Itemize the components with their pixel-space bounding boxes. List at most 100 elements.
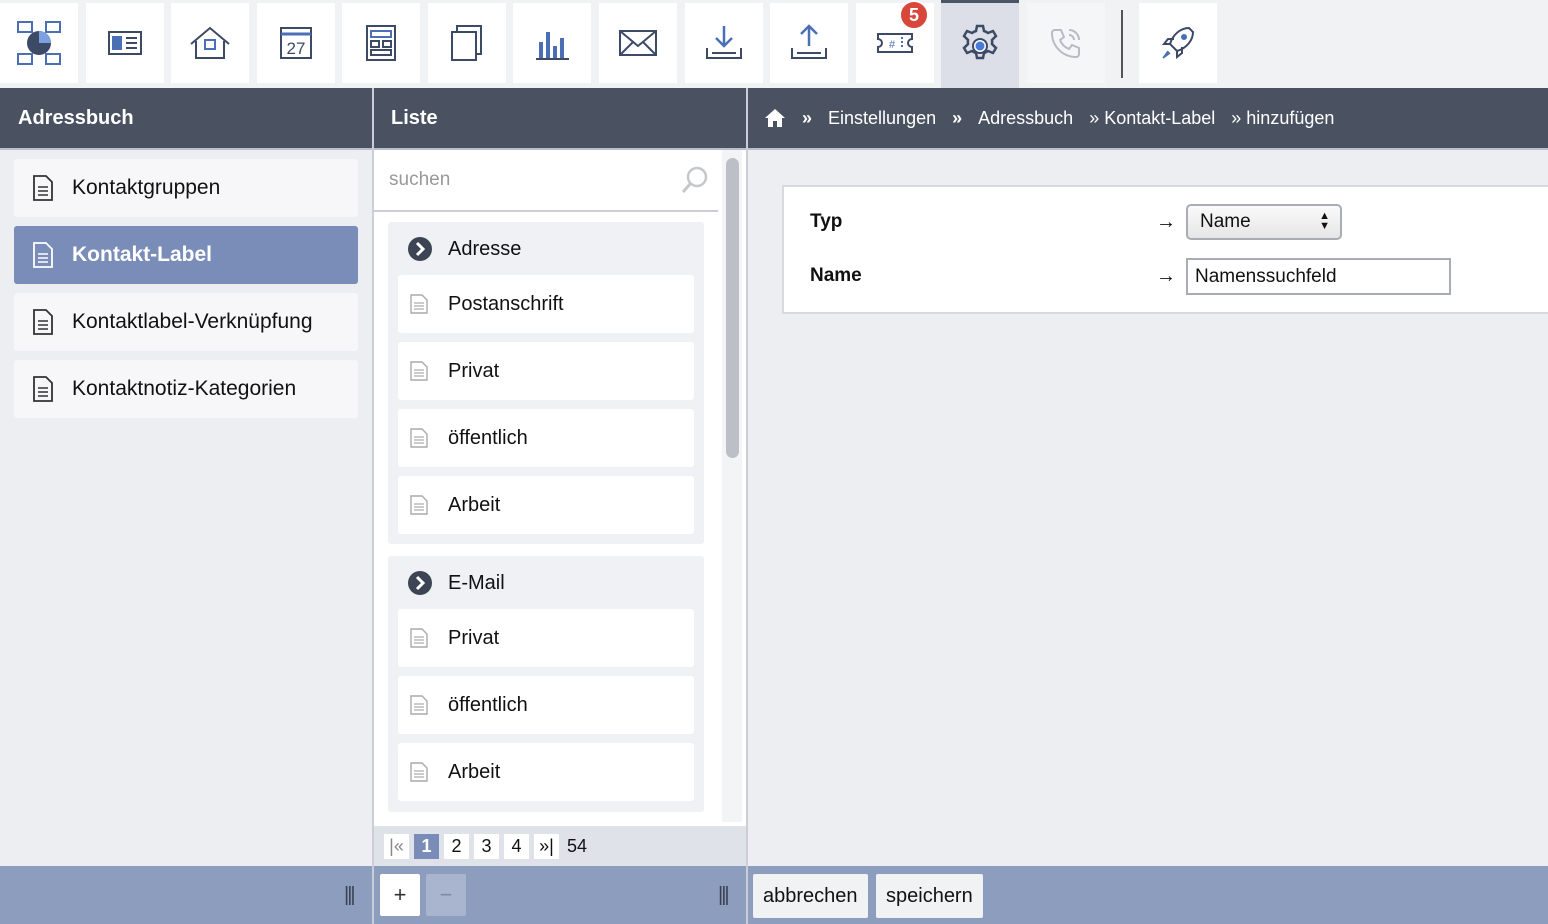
left-footer: |||: [0, 866, 372, 924]
bar-chart-icon: [536, 32, 569, 60]
resize-grip-icon[interactable]: |||: [344, 884, 356, 907]
list-group-title: E-Mail: [448, 571, 505, 594]
toolbar-calendar-button[interactable]: 27: [257, 3, 335, 83]
chevron-right-circle-icon[interactable]: [408, 237, 432, 261]
pagination: |« 1 2 3 4 »| 54: [374, 826, 746, 866]
sidebar-item-kontakt-label[interactable]: Kontakt-Label: [14, 226, 358, 284]
toolbar-phone-button[interactable]: [1027, 3, 1105, 83]
list-group-email: E-Mail Privat öffentlich Arbeit: [388, 556, 704, 812]
toolbar-settings-button[interactable]: [941, 0, 1019, 88]
remove-button[interactable]: −: [426, 874, 466, 916]
main-toolbar: 27 # 5: [0, 0, 1548, 88]
document-icon: [410, 294, 428, 314]
breadcrumb-kontakt-label[interactable]: » Kontakt-Label: [1089, 108, 1215, 129]
list-item[interactable]: Arbeit: [398, 476, 694, 534]
sidebar-item-label: Kontaktgruppen: [72, 176, 221, 199]
breadcrumb-hinzufuegen: » hinzufügen: [1231, 107, 1335, 128]
list-item[interactable]: Arbeit: [398, 743, 694, 801]
list-item-label: Privat: [448, 359, 500, 382]
breadcrumb: » Einstellungen » Adressbuch » Kontakt-L…: [748, 88, 1548, 150]
type-label: Typ: [810, 211, 843, 232]
search-box: [374, 150, 718, 212]
dashboard-icon: [17, 21, 61, 65]
toolbar-mail-button[interactable]: [599, 3, 677, 83]
document-icon: [410, 628, 428, 648]
pager-last-button[interactable]: »|: [534, 833, 559, 859]
detail-panel: Typ → Name ▲ ▼ Name →: [748, 150, 1548, 866]
list-item-label: öffentlich: [448, 426, 528, 449]
list-item[interactable]: öffentlich: [398, 409, 694, 467]
list-item[interactable]: Postanschrift: [398, 275, 694, 333]
middle-panel-title: Liste: [374, 88, 746, 150]
address-card-icon: [108, 31, 142, 55]
list-group-header[interactable]: Adresse: [388, 222, 704, 276]
save-button[interactable]: speichern: [876, 874, 983, 918]
document-icon: [33, 242, 53, 268]
download-icon: [706, 26, 742, 59]
gear-icon: [962, 24, 998, 59]
search-input[interactable]: [389, 169, 669, 191]
list-item-label: Arbeit: [448, 493, 501, 516]
pager-page-1[interactable]: 1: [414, 833, 439, 859]
toolbar-documents-button[interactable]: [428, 3, 506, 83]
detail-footer: abbrechen speichern: [748, 866, 1548, 924]
toolbar-upload-button[interactable]: [770, 3, 848, 83]
left-panel-title: Adressbuch: [0, 88, 372, 150]
arrow-right-icon: →: [1156, 265, 1176, 287]
document-icon: [410, 695, 428, 715]
sidebar: Kontaktgruppen Kontakt-Label Kontaktlabe…: [0, 150, 372, 866]
type-select[interactable]: Name ▲ ▼: [1186, 204, 1342, 240]
document-icon: [33, 309, 53, 335]
upload-icon: [791, 24, 827, 59]
toolbar-launch-button[interactable]: [1139, 3, 1217, 83]
toolbar-layout-button[interactable]: [342, 3, 420, 83]
toolbar-separator: [1121, 10, 1123, 78]
sidebar-item-kontaktlabel-verknuepfung[interactable]: Kontaktlabel-Verknüpfung: [14, 293, 358, 351]
resize-grip-icon[interactable]: |||: [718, 884, 730, 907]
add-button[interactable]: +: [380, 874, 420, 916]
document-icon: [33, 376, 53, 402]
home-icon: [765, 109, 785, 127]
list-item-label: Privat: [448, 626, 500, 649]
select-arrows-icon: ▲ ▼: [1319, 210, 1330, 232]
document-icon: [410, 428, 428, 448]
list-group-header[interactable]: E-Mail: [388, 556, 704, 610]
toolbar-tickets-button[interactable]: # 5: [856, 0, 934, 83]
document-icon: [33, 175, 53, 201]
documents-icon: [451, 25, 482, 61]
layout-icon: [366, 25, 396, 61]
breadcrumb-adressbuch[interactable]: Adressbuch: [978, 108, 1073, 129]
toolbar-download-button[interactable]: [685, 3, 763, 83]
name-input[interactable]: [1186, 258, 1451, 295]
rocket-icon: [1161, 26, 1195, 60]
cancel-button[interactable]: abbrechen: [753, 874, 868, 918]
pager-page-3[interactable]: 3: [474, 833, 499, 859]
list-item[interactable]: Privat: [398, 609, 694, 667]
breadcrumb-einstellungen[interactable]: Einstellungen: [828, 108, 936, 129]
home-icon: [190, 26, 230, 59]
toolbar-dashboard-button[interactable]: [0, 3, 78, 83]
sidebar-item-label: Kontaktnotiz-Kategorien: [72, 377, 297, 400]
list-item[interactable]: Privat: [398, 342, 694, 400]
sidebar-item-kontaktnotiz-kategorien[interactable]: Kontaktnotiz-Kategorien: [14, 360, 358, 418]
search-icon[interactable]: [680, 165, 710, 195]
list-item-label: öffentlich: [448, 693, 528, 716]
toolbar-home-button[interactable]: [171, 3, 249, 83]
list-scrollbar-thumb[interactable]: [726, 158, 739, 458]
name-label: Name: [810, 265, 862, 286]
list-item-label: Arbeit: [448, 760, 501, 783]
document-icon: [410, 762, 428, 782]
breadcrumb-home[interactable]: [764, 108, 786, 128]
list-group-adresse: Adresse Postanschrift Privat öffentlich …: [388, 222, 704, 544]
pager-page-4[interactable]: 4: [504, 833, 529, 859]
toolbar-statistics-button[interactable]: [513, 3, 591, 83]
document-icon: [410, 495, 428, 515]
toolbar-contacts-button[interactable]: [86, 3, 164, 83]
list-item[interactable]: öffentlich: [398, 676, 694, 734]
chevron-right-circle-icon[interactable]: [408, 571, 432, 595]
mail-icon: [619, 30, 657, 56]
breadcrumb-separator: »: [802, 107, 813, 128]
sidebar-item-kontaktgruppen[interactable]: Kontaktgruppen: [14, 159, 358, 217]
pager-first-button[interactable]: |«: [384, 833, 409, 859]
pager-page-2[interactable]: 2: [444, 833, 469, 859]
